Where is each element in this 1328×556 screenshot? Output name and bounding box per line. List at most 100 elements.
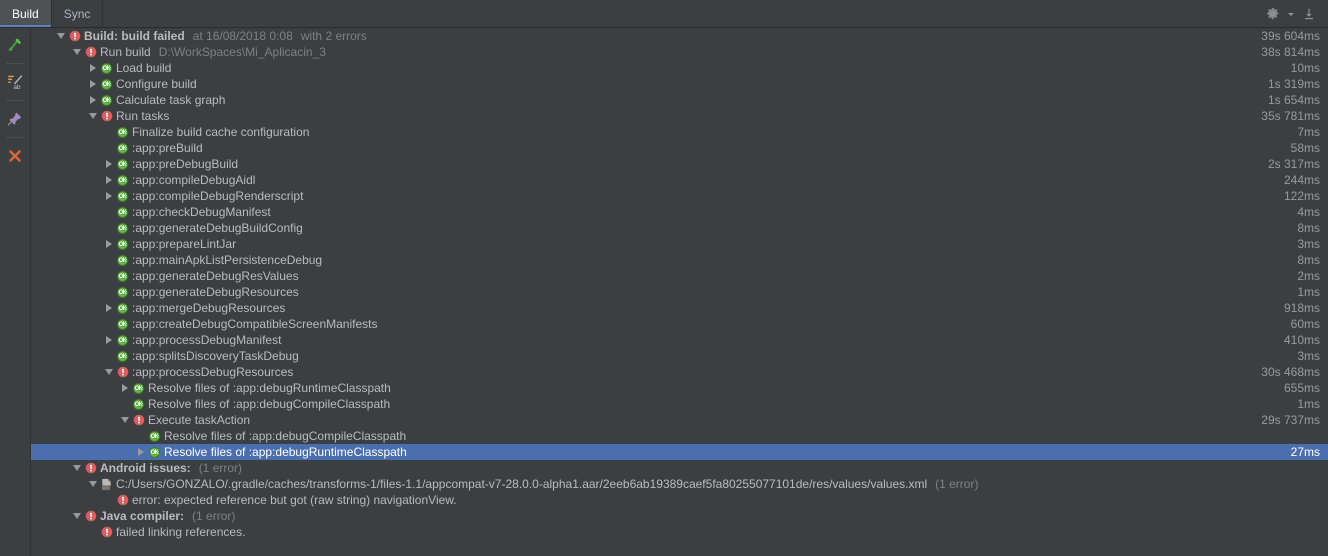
twisty-collapse-icon[interactable] — [87, 476, 98, 492]
tree-row[interactable]: Run tasks 35s 781ms — [31, 108, 1328, 124]
tree-row[interactable]: OK:app:mergeDebugResources 918ms — [31, 300, 1328, 316]
twisty-collapse-icon[interactable] — [55, 28, 66, 44]
tree-row-label: :app:checkDebugManifest — [132, 205, 271, 219]
tab-sync[interactable]: Sync — [52, 0, 104, 27]
tree-row-label: Finalize build cache configuration — [132, 125, 310, 139]
tree-row-label: Run tasks — [116, 109, 170, 123]
tree-row[interactable]: OK:app:preDebugBuild 2s 317ms — [31, 156, 1328, 172]
twisty-expand-icon[interactable] — [103, 236, 114, 252]
status-ok-icon: OK — [117, 174, 128, 186]
twisty-expand-icon[interactable] — [103, 156, 114, 172]
tree-row-duration: 655ms — [1283, 381, 1320, 395]
tree-row[interactable]: </> C:/Users/GONZALO/.gradle/caches/trans… — [31, 476, 1328, 492]
twisty-expand-icon[interactable] — [87, 60, 98, 76]
tree-row[interactable]: OK:app:checkDebugManifest 4ms — [31, 204, 1328, 220]
tree-row[interactable]: OK:app:generateDebugResValues 2ms — [31, 268, 1328, 284]
twisty-collapse-icon[interactable] — [87, 108, 98, 124]
tree-row[interactable]: OK:app:createDebugCompatibleScreenManife… — [31, 316, 1328, 332]
tree-row[interactable]: Android issues: (1 error) — [31, 460, 1328, 476]
tree-row[interactable]: OK:app:generateDebugResources 1ms — [31, 284, 1328, 300]
close-icon[interactable] — [2, 143, 28, 169]
tree-row[interactable]: OK Calculate task graph 1s 654ms — [31, 92, 1328, 108]
tree-row-label: :app:processDebugManifest — [132, 333, 282, 347]
tree-row-label: Resolve files of :app:debugRuntimeClassp… — [164, 445, 407, 459]
tab-bar: Build Sync — [0, 0, 1328, 28]
tree-row[interactable]: OK:app:generateDebugBuildConfig 8ms — [31, 220, 1328, 236]
tool-separator-3 — [6, 137, 24, 139]
tree-row-duration: 4ms — [1297, 205, 1320, 219]
status-ok-icon: OK — [149, 446, 160, 458]
tree-row[interactable]: OK:app:compileDebugRenderscript 122ms — [31, 188, 1328, 204]
twisty-expand-icon[interactable] — [135, 444, 146, 460]
gear-icon[interactable] — [1263, 4, 1283, 24]
sort-alphabetically-icon[interactable]: ab — [2, 69, 28, 95]
tree-row[interactable]: OK Configure build 1s 319ms — [31, 76, 1328, 92]
twisty-expand-icon[interactable] — [87, 76, 98, 92]
hammer-icon[interactable] — [2, 32, 28, 58]
tree-row-duration: 122ms — [1283, 189, 1320, 203]
tree-row[interactable]: OK:app:processDebugManifest 410ms — [31, 332, 1328, 348]
tree-row[interactable]: :app:processDebugResources 30s 468ms — [31, 364, 1328, 380]
twisty-expand-icon[interactable] — [119, 380, 130, 396]
tree-row[interactable]: OK Resolve files of :app:debugCompileClas… — [31, 396, 1328, 412]
tree-row[interactable]: error: expected reference but got (raw s… — [31, 492, 1328, 508]
tree-row-duration: 1ms — [1297, 285, 1320, 299]
row-status-icon: OK — [98, 92, 115, 108]
tab-build[interactable]: Build — [0, 0, 52, 27]
twisty-collapse-icon[interactable] — [119, 412, 130, 428]
tree-row-label: Resolve files of :app:debugRuntimeClassp… — [148, 381, 391, 395]
twisty-expand-icon[interactable] — [103, 188, 114, 204]
tree-row-label: :app:generateDebugResources — [132, 285, 299, 299]
tree-row-label: Resolve files of :app:debugCompileClassp… — [148, 397, 391, 411]
tool-separator-2 — [6, 100, 24, 102]
tree-row[interactable]: OK Load build 10ms — [31, 60, 1328, 76]
twisty-expand-icon[interactable] — [103, 172, 114, 188]
status-error-icon — [101, 526, 112, 538]
tree-row-label: :app:preDebugBuild — [132, 157, 239, 171]
tree-row[interactable]: OK Resolve files of :app:debugRuntimeClas… — [31, 444, 1328, 460]
tree-row-label: error: expected reference but got (raw s… — [132, 493, 457, 507]
tree-row-label: Android issues: — [100, 461, 191, 475]
chevron-down-icon[interactable] — [1286, 4, 1296, 24]
tree-row[interactable]: OK Resolve files of :app:debugRuntimeClas… — [31, 380, 1328, 396]
tree-row[interactable]: OK Finalize build cache configuration 7ms — [31, 124, 1328, 140]
tree-row-duration: 8ms — [1297, 253, 1320, 267]
export-icon[interactable] — [1299, 4, 1319, 24]
tree-row-sublabel: at 16/08/2018 0:08 — [192, 29, 293, 43]
row-status-icon: OK — [114, 220, 131, 236]
tree-row-label: Run build — [100, 45, 151, 59]
tree-row[interactable]: OK:app:compileDebugAidl 244ms — [31, 172, 1328, 188]
tree-row[interactable]: failed linking references. — [31, 524, 1328, 540]
tree-row[interactable]: Execute taskAction 29s 737ms — [31, 412, 1328, 428]
tab-build-label: Build — [12, 6, 39, 21]
tree-row[interactable]: OK:app:mainApkListPersistenceDebug 8ms — [31, 252, 1328, 268]
tree-row-sublabel: (1 error) — [198, 461, 243, 475]
row-status-icon — [82, 44, 99, 60]
tree-row[interactable]: OK Resolve files of :app:debugCompileClas… — [31, 428, 1328, 444]
tree-row[interactable]: OK:app:prepareLintJar 3ms — [31, 236, 1328, 252]
tree-row[interactable]: Run build D:\WorkSpaces\Mi_Aplicacin_3 38s… — [31, 44, 1328, 60]
tree-row[interactable]: Java compiler: (1 error) — [31, 508, 1328, 524]
twisty-collapse-icon[interactable] — [71, 508, 82, 524]
twisty-collapse-icon[interactable] — [71, 460, 82, 476]
twisty-expand-icon[interactable] — [103, 332, 114, 348]
status-ok-icon: OK — [101, 94, 112, 106]
pin-icon[interactable] — [2, 106, 28, 132]
twisty-collapse-icon[interactable] — [103, 364, 114, 380]
row-status-icon: OK — [114, 300, 131, 316]
status-ok-icon: OK — [117, 222, 128, 234]
tree-row[interactable]: OK:app:splitsDiscoveryTaskDebug 3ms — [31, 348, 1328, 364]
twisty-collapse-icon[interactable] — [71, 44, 82, 60]
twisty-expand-icon[interactable] — [87, 92, 98, 108]
status-error-icon — [117, 494, 128, 506]
tree-row-duration: 244ms — [1283, 173, 1320, 187]
tree-row[interactable]: Build: build failed at 16/08/2018 0:08 wit… — [31, 28, 1328, 44]
build-output-tree[interactable]: Build: build failed at 16/08/2018 0:08 wit… — [31, 28, 1328, 556]
tree-row[interactable]: OK:app:preBuild 58ms — [31, 140, 1328, 156]
twisty-expand-icon[interactable] — [103, 300, 114, 316]
tree-row-label: :app:generateDebugBuildConfig — [132, 221, 303, 235]
row-status-icon: OK — [114, 268, 131, 284]
tree-row-label: Resolve files of :app:debugCompileClassp… — [164, 429, 407, 443]
row-status-icon — [82, 460, 99, 476]
tree-row-label: :app:preBuild — [132, 141, 203, 155]
